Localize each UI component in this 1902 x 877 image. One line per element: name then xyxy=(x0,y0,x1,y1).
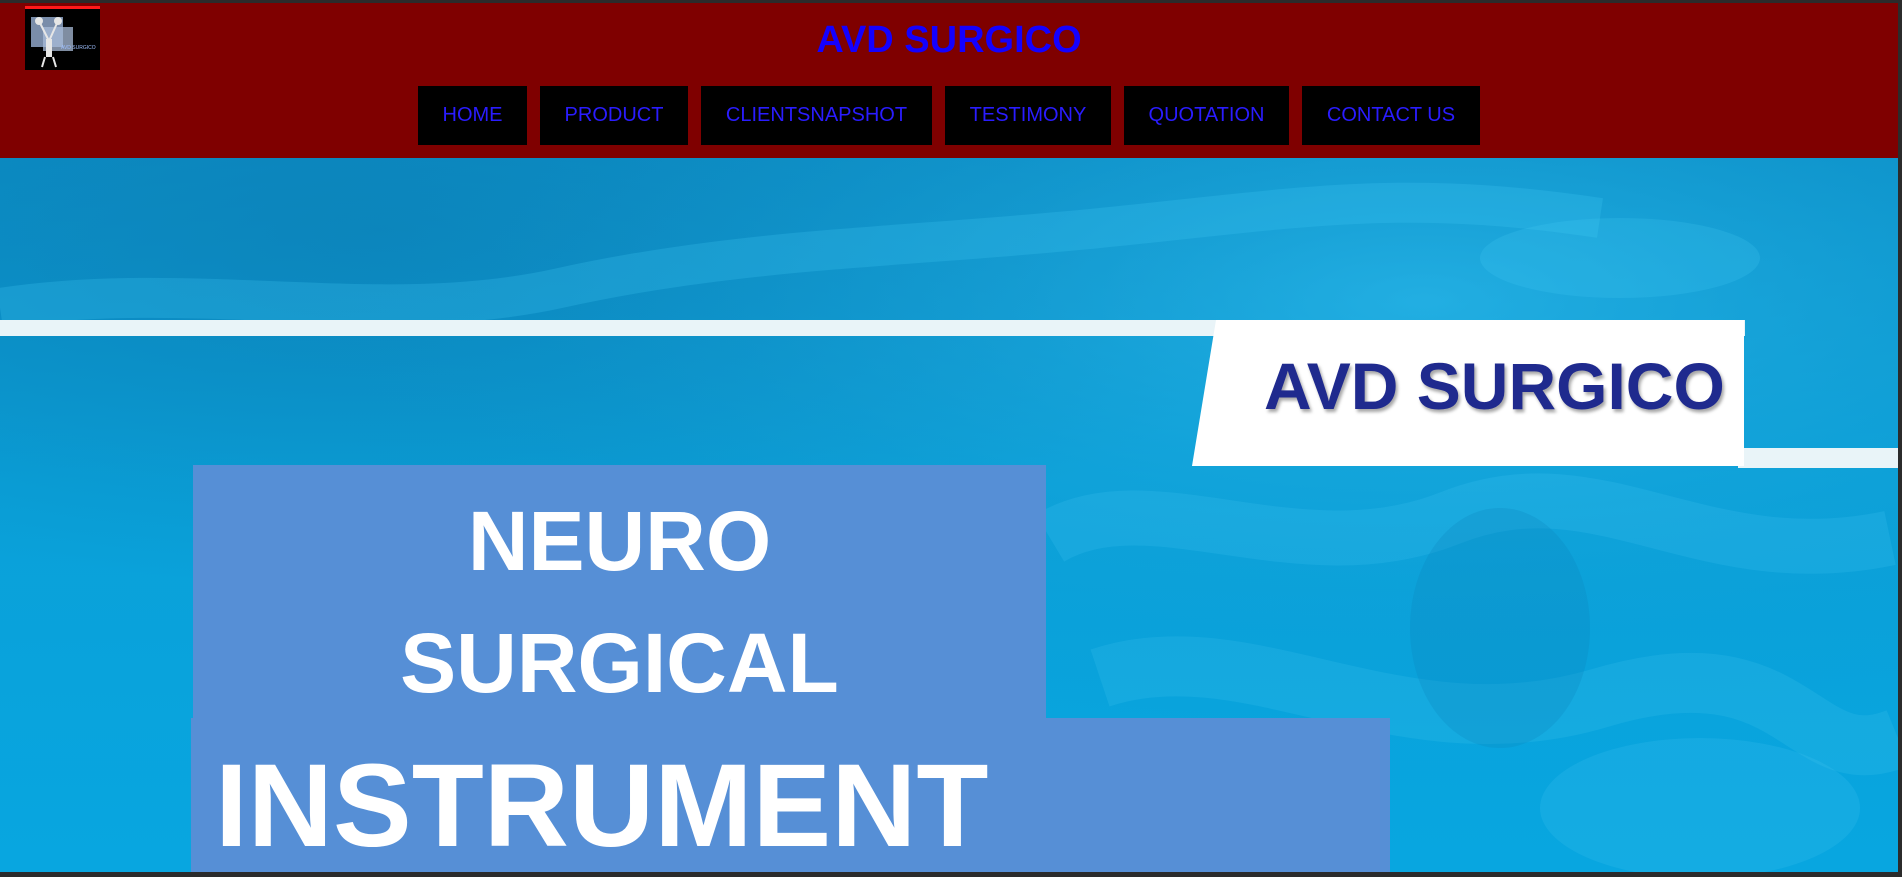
hero-title-line-1: NEURO xyxy=(467,494,772,588)
nav-testimony[interactable]: TESTIMONY xyxy=(945,86,1111,145)
nav-quotation[interactable]: QUOTATION xyxy=(1124,86,1289,145)
nav-clientsnapshot[interactable]: CLIENTSNAPSHOT xyxy=(701,86,932,145)
main-nav: HOME PRODUCT CLIENTSNAPSHOT TESTIMONY QU… xyxy=(418,86,1480,145)
nav-home[interactable]: HOME xyxy=(418,86,527,145)
nav-product[interactable]: PRODUCT xyxy=(540,86,688,145)
hero-banner: AVD SURGICO NEURO SURGICAL INSTRUMENT xyxy=(0,158,1898,872)
nav-contact-us[interactable]: CONTACT US xyxy=(1302,86,1480,145)
hero-stripe-right xyxy=(1738,448,1898,468)
window-edge-right xyxy=(1898,158,1902,872)
hero-brand-text: AVD SURGICO xyxy=(1264,349,1725,423)
site-header: AVD SURGICO AVD SURGICO HOME PRODUCT CLI… xyxy=(0,3,1898,158)
hero-title-line-2: SURGICAL xyxy=(400,616,839,710)
hero-title-line-3: INSTRUMENT xyxy=(215,740,989,872)
page: AVD SURGICO AVD SURGICO HOME PRODUCT CLI… xyxy=(0,0,1902,877)
window-edge-bottom xyxy=(0,872,1902,877)
site-title: AVD SURGICO xyxy=(816,19,1082,61)
